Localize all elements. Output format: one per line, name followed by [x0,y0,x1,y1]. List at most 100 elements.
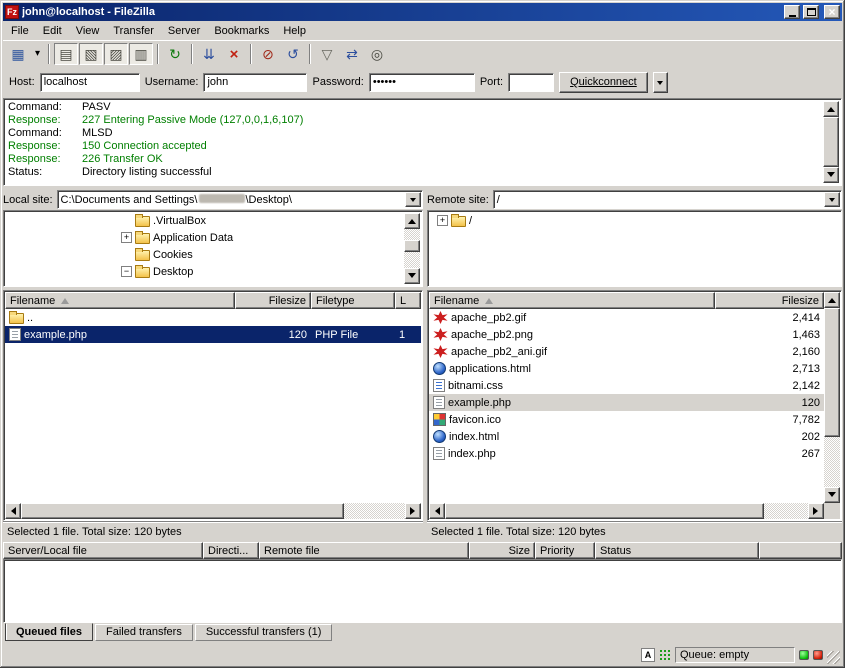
scroll-left-button[interactable] [5,503,21,519]
scrollbar-thumb[interactable] [445,503,764,519]
local-site-label: Local site: [3,194,53,206]
site-manager-button[interactable]: ▦ [6,43,30,65]
file-row[interactable]: bitnami.css 2,142 [429,377,824,394]
menu-item[interactable]: Edit [36,23,69,39]
scrollbar-thumb[interactable] [21,503,344,519]
tree-expander[interactable]: + [437,215,448,226]
minimize-button[interactable] [784,5,800,19]
process-queue-button[interactable]: ⇊ [197,43,221,65]
remote-list-vscrollbar[interactable] [824,292,840,503]
port-input[interactable] [508,73,554,92]
column-header-priority[interactable]: Priority [535,542,595,559]
column-header-filesize[interactable]: Filesize [715,292,824,309]
scrollbar-thumb[interactable] [823,117,839,167]
toggle-queue-button[interactable]: ▥ [129,43,153,65]
tree-expander[interactable]: + [121,232,132,243]
filter-button[interactable]: ▽ [315,43,339,65]
local-list-hscrollbar[interactable] [5,503,421,519]
password-input[interactable] [369,73,475,92]
file-row[interactable]: .. [5,309,421,326]
disconnect-button[interactable]: ⊘ [256,43,280,65]
column-header-direction[interactable]: Directi... [203,542,259,559]
column-header-remote-file[interactable]: Remote file [259,542,469,559]
reconnect-button[interactable]: ↺ [281,43,305,65]
resize-grip[interactable] [827,651,840,664]
scroll-left-button[interactable] [429,503,445,519]
combo-dropdown-button[interactable] [824,192,840,207]
menu-item[interactable]: File [4,23,36,39]
toggle-local-tree-button[interactable]: ▧ [79,43,103,65]
toggle-remote-tree-button[interactable]: ▨ [104,43,128,65]
window-title: john@localhost - FileZilla [22,6,781,18]
file-row[interactable]: example.php 120 PHP File 1 [5,326,421,343]
column-header-size[interactable]: Size [469,542,535,559]
site-manager-dropdown[interactable]: ▾ [31,43,44,65]
remote-site-combobox[interactable]: / [493,190,842,209]
scroll-up-button[interactable] [404,213,420,229]
file-row[interactable]: apache_pb2.png 1,463 [429,326,824,343]
combo-dropdown-button[interactable] [405,192,421,207]
column-header-status[interactable]: Status [595,542,759,559]
menu-item[interactable]: View [69,23,107,39]
tree-item[interactable]: − Desktop [5,263,403,280]
scrollbar-thumb[interactable] [824,308,840,437]
file-row[interactable]: index.php 267 [429,445,824,462]
tree-item[interactable]: Cookies [5,246,403,263]
queue-tab[interactable]: Failed transfers [95,624,193,641]
queue-tab[interactable]: Queued files [5,623,93,641]
menu-item[interactable]: Transfer [106,23,161,39]
log-scrollbar[interactable] [823,101,839,183]
file-row[interactable]: index.html 202 [429,428,824,445]
tree-expander[interactable]: − [121,266,132,277]
close-button[interactable]: × [824,5,840,19]
folder-icon [135,250,150,261]
refresh-button[interactable]: ↻ [163,43,187,65]
column-header-last-modified[interactable]: L [395,292,421,309]
cancel-button[interactable]: × [222,43,246,65]
quickconnect-dropdown[interactable] [653,72,668,93]
scroll-up-button[interactable] [824,292,840,308]
compare-button[interactable]: ⇄ [340,43,364,65]
column-header-filesize[interactable]: Filesize [235,292,311,309]
file-row[interactable]: apache_pb2.gif 2,414 [429,309,824,326]
column-header-filename[interactable]: Filename [429,292,715,309]
local-site-combobox[interactable]: C:\Documents and Settings\\Desktop\ [57,190,423,209]
queue-header: Server/Local file Directi... Remote file… [3,542,842,559]
file-row[interactable]: favicon.ico 7,782 [429,411,824,428]
column-header-filetype[interactable]: Filetype [311,292,395,309]
transfer-queue-list[interactable] [3,559,842,623]
column-header-filename[interactable]: Filename [5,292,235,309]
file-row[interactable]: apache_pb2_ani.gif 2,160 [429,343,824,360]
arrow-down-icon [828,492,836,501]
tree-item[interactable]: + Application Data [5,229,403,246]
scroll-up-button[interactable] [823,101,839,117]
maximize-button[interactable] [803,5,819,19]
image-icon [433,328,448,341]
scroll-right-button[interactable] [808,503,824,519]
scroll-down-button[interactable] [824,487,840,503]
find-button[interactable]: ◎ [365,43,389,65]
file-row[interactable]: applications.html 2,713 [429,360,824,377]
remote-list-hscrollbar[interactable] [429,503,824,519]
menu-item[interactable]: Bookmarks [207,23,276,39]
menu-item[interactable]: Server [161,23,207,39]
folder-icon [135,233,150,244]
folder-icon [135,216,150,227]
scroll-down-button[interactable] [823,167,839,183]
minimize-icon [789,15,796,17]
scrollbar-thumb[interactable] [404,240,420,252]
tree-item[interactable]: .VirtualBox [5,212,403,229]
toggle-log-button[interactable]: ▤ [54,43,78,65]
chevron-down-icon [657,81,663,88]
menu-item[interactable]: Help [276,23,313,39]
scroll-down-button[interactable] [404,268,420,284]
scroll-right-button[interactable] [405,503,421,519]
host-input[interactable] [40,73,140,92]
file-row[interactable]: example.php 120 [429,394,824,411]
tree-item[interactable]: + / [429,212,840,229]
queue-tab[interactable]: Successful transfers (1) [195,624,333,641]
local-tree-scrollbar[interactable] [404,213,420,284]
column-header-server-local-file[interactable]: Server/Local file [3,542,203,559]
quickconnect-button[interactable]: Quickconnect [559,72,648,93]
username-input[interactable] [203,73,307,92]
